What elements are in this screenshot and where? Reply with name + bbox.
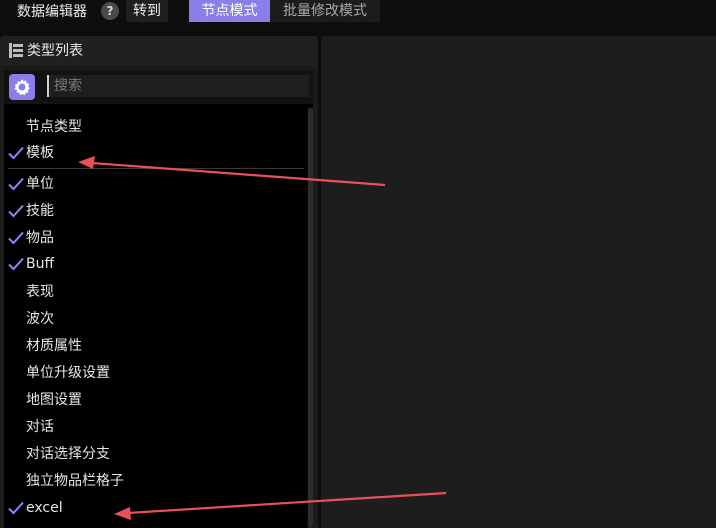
list-item[interactable]: 节点类型: [4, 114, 304, 140]
list-item[interactable]: 模板: [4, 140, 304, 166]
app-title: 数据编辑器: [17, 4, 87, 20]
list-item[interactable]: 对话选择分支: [4, 441, 304, 467]
help-button[interactable]: ?: [101, 2, 119, 20]
panel-title: 类型列表: [27, 43, 83, 59]
tree-icon: [9, 43, 23, 58]
help-icon: ?: [106, 4, 114, 18]
checkmark-icon: [8, 257, 24, 271]
data-editor-window: 数据编辑器 ? 转到 节点模式 批量修改模式 类型列表 搜索 节点类型 模板 单…: [0, 0, 716, 528]
list-item[interactable]: 独立物品栏格子: [4, 468, 304, 494]
type-list-header: 类型列表: [0, 36, 318, 66]
search-row: [4, 70, 313, 104]
gear-icon: [14, 79, 30, 96]
list-item[interactable]: 技能: [4, 198, 304, 224]
node-content-panel: [321, 36, 716, 528]
search-input[interactable]: [47, 75, 309, 97]
list-item[interactable]: 材质属性: [4, 333, 304, 359]
tab-node-mode[interactable]: 节点模式: [189, 0, 270, 22]
list-item[interactable]: 地图设置: [4, 387, 304, 413]
goto-button[interactable]: 转到: [126, 0, 168, 22]
checkmark-icon: [8, 204, 24, 218]
list-item[interactable]: 物品: [4, 225, 304, 251]
list-item[interactable]: 对话: [4, 414, 304, 440]
checkmark-icon: [8, 231, 24, 245]
scrollbar-thumb[interactable]: [308, 108, 313, 528]
checkmark-icon: [8, 501, 24, 515]
checkmark-icon: [8, 177, 24, 191]
list-item[interactable]: Buff: [4, 251, 304, 277]
type-list-panel: 类型列表 节点类型 模板: [0, 36, 318, 528]
list-item[interactable]: 波次: [4, 306, 304, 332]
type-list-body: 节点类型 模板 单位 技能 物品: [4, 70, 313, 528]
settings-button[interactable]: [9, 74, 35, 100]
checkmark-icon: [8, 146, 24, 160]
list-item[interactable]: excel: [4, 495, 304, 521]
list-item[interactable]: 单位升级设置: [4, 360, 304, 386]
list-item[interactable]: 表现: [4, 279, 304, 305]
list-divider: [8, 168, 304, 169]
list-item[interactable]: 单位: [4, 171, 304, 197]
top-toolbar: 数据编辑器 ? 转到 节点模式 批量修改模式: [0, 0, 716, 26]
tab-batch-edit-mode[interactable]: 批量修改模式: [270, 0, 380, 22]
